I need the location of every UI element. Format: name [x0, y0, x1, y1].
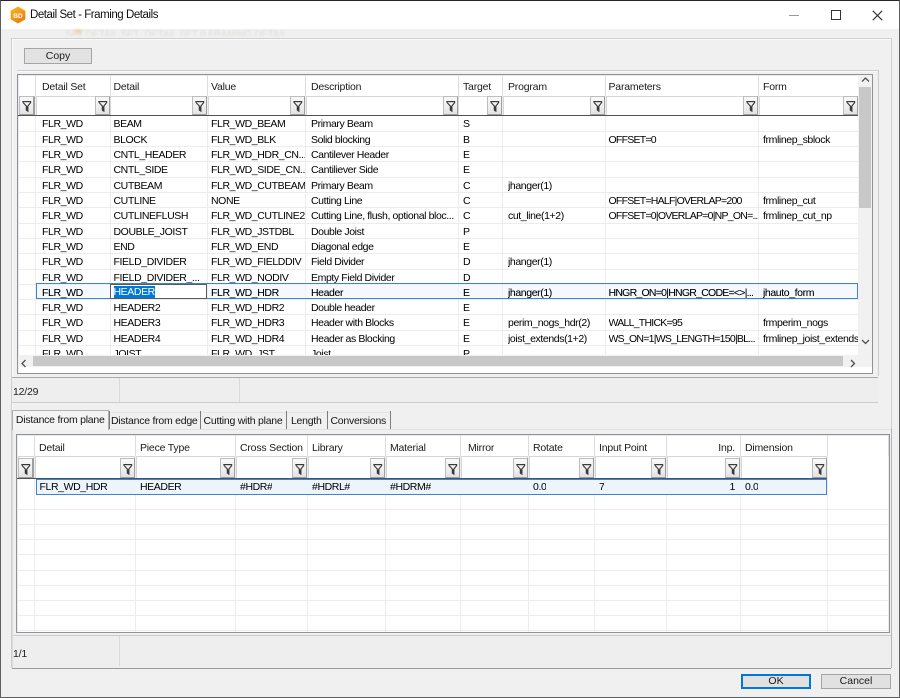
svg-text:BD: BD — [13, 13, 23, 20]
